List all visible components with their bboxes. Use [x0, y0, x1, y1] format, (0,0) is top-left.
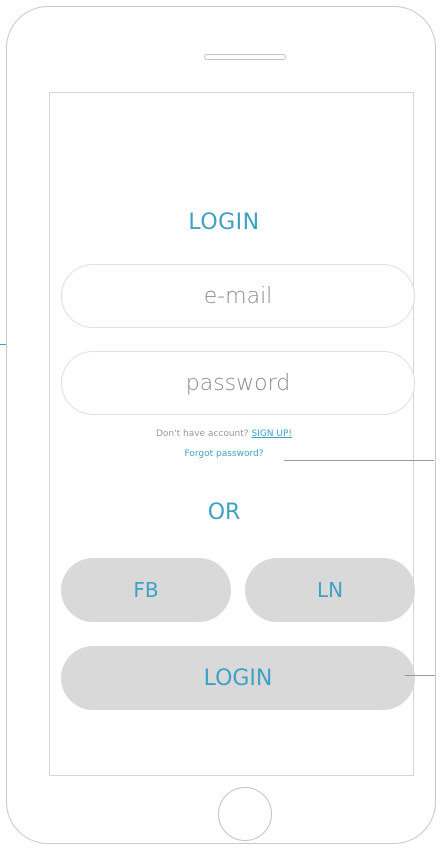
- home-button[interactable]: [218, 787, 272, 841]
- fb-login-button[interactable]: FB: [61, 558, 231, 622]
- wireframe-page: LOGIN Don't have account? SIGN UP! Forgo…: [0, 0, 448, 854]
- ln-login-button[interactable]: LN: [245, 558, 415, 622]
- password-input[interactable]: [95, 369, 381, 397]
- speaker-grille: [204, 54, 286, 60]
- login-button[interactable]: LOGIN: [61, 646, 415, 710]
- password-field[interactable]: [61, 351, 415, 415]
- email-input[interactable]: [95, 282, 381, 310]
- no-account-text: Don't have account?: [155, 429, 249, 439]
- or-divider: OR: [207, 500, 241, 525]
- login-title: LOGIN: [188, 210, 260, 235]
- annotation-connector: [284, 460, 434, 461]
- annotation-connector: [405, 675, 435, 676]
- email-field[interactable]: [61, 264, 415, 328]
- signup-link[interactable]: SIGN UP!: [251, 429, 292, 439]
- signup-prompt: Don't have account? SIGN UP!: [0, 429, 448, 439]
- phone-frame: [6, 6, 436, 844]
- forgot-password-link[interactable]: Forgot password?: [0, 449, 448, 459]
